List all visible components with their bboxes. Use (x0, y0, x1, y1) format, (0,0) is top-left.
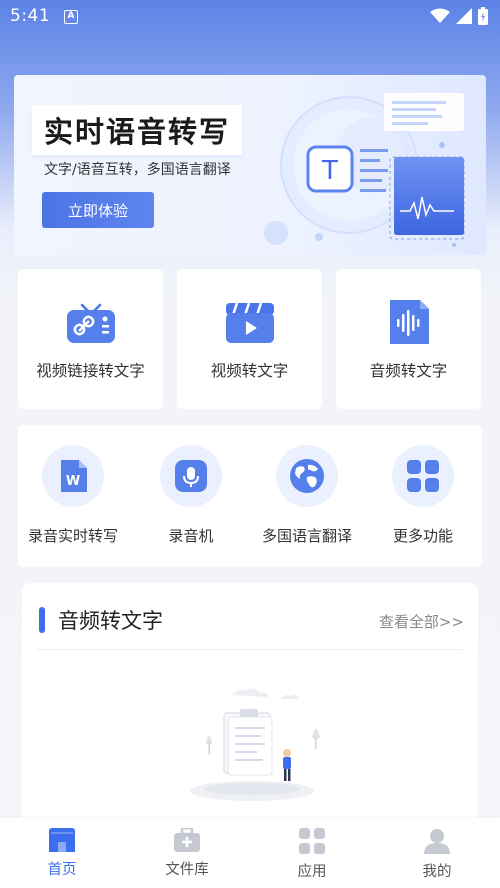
signal-icon (456, 8, 472, 24)
recorder-button[interactable]: 录音机 (136, 445, 246, 546)
microphone-icon (175, 460, 207, 492)
banner-title-box: 实时语音转写 (32, 105, 243, 155)
section-title: 音频转文字 (58, 609, 163, 633)
nav-apps[interactable]: 应用 (267, 828, 357, 881)
tool-label: 多国语言翻译 (261, 527, 352, 545)
section-divider (37, 649, 463, 650)
more-features-button[interactable]: 更多功能 (368, 445, 478, 546)
accessibility-indicator-icon: A (64, 10, 78, 24)
tool-label: 更多功能 (392, 527, 453, 545)
nav-label: 我的 (422, 864, 452, 880)
multilingual-translation-button[interactable]: 多国语言翻译 (252, 445, 362, 546)
nav-home[interactable]: 首页 (17, 828, 107, 879)
video-clapper-icon (225, 302, 274, 343)
banner-icon-letter: T (321, 156, 338, 186)
globe-icon (290, 459, 324, 493)
tool-label: 录音机 (168, 527, 214, 545)
speech-to-text-illustration: T (264, 93, 465, 247)
grid-icon (407, 460, 439, 492)
nav-label: 应用 (297, 864, 327, 880)
video-link-to-text-card[interactable]: 视频链接转文字 (18, 269, 163, 409)
wifi-icon (430, 8, 450, 23)
promo-banner[interactable]: 实时语音转写 文字/语音互转，多国语言翻译 立即体验 T (14, 75, 486, 255)
tool-icon-circle (392, 445, 454, 507)
home-icon (49, 828, 75, 852)
user-icon (424, 829, 450, 854)
audio-file-icon (389, 300, 429, 344)
apps-icon (299, 828, 325, 854)
audio-to-text-section: 音频转文字 查看全部>> (22, 583, 478, 843)
status-bar: 5:41 A (0, 0, 500, 36)
video-to-text-card[interactable]: 视频转文字 (177, 269, 322, 409)
tools-card: W 录音实时转写 录音机 多国语言翻译 更多功能 (18, 425, 482, 567)
word-doc-icon: W (61, 460, 87, 492)
section-accent-bar (39, 607, 45, 633)
status-time: 5:41 (10, 6, 51, 26)
try-now-button[interactable]: 立即体验 (42, 192, 154, 228)
tool-icon-circle: W (42, 445, 104, 507)
svg-text:W: W (66, 474, 80, 489)
briefcase-icon (174, 828, 200, 852)
tool-label: 录音实时转写 (27, 527, 118, 545)
feature-label: 视频转文字 (210, 362, 289, 380)
tool-icon-circle (160, 445, 222, 507)
feature-label: 音频转文字 (369, 362, 448, 380)
nav-file-library[interactable]: 文件库 (142, 828, 232, 879)
view-all-link[interactable]: 查看全部>> (379, 611, 464, 632)
video-link-icon (66, 303, 115, 343)
banner-subtitle: 文字/语音互转，多国语言翻译 (44, 162, 231, 178)
nav-mine[interactable]: 我的 (392, 828, 482, 881)
empty-state-illustration (190, 688, 320, 801)
nav-label: 首页 (47, 862, 77, 878)
bottom-navigation: 首页 文件库 应用 我的 (0, 818, 500, 888)
banner-title: 实时语音转写 (44, 115, 231, 149)
status-icons (430, 7, 488, 25)
realtime-recording-transcription-button[interactable]: W 录音实时转写 (18, 445, 128, 546)
battery-icon (478, 7, 488, 25)
feature-label: 视频链接转文字 (36, 362, 145, 380)
tool-icon-circle (276, 445, 338, 507)
audio-to-text-card[interactable]: 音频转文字 (336, 269, 481, 409)
nav-label: 文件库 (165, 862, 209, 878)
